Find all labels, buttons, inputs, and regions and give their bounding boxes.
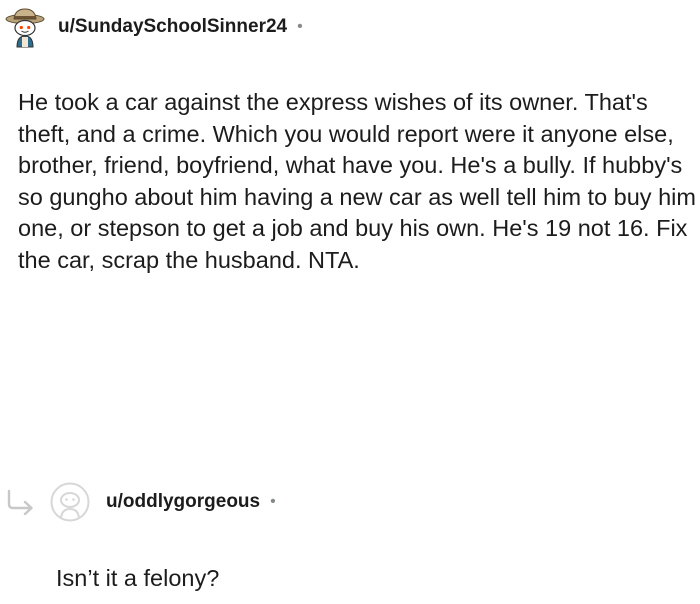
comment-header: u/SundaySchoolSinner24 • (4, 6, 303, 48)
reply-body: Isn’t it a felony? (56, 565, 220, 591)
meta-separator: • (297, 18, 303, 35)
comment-thread: u/SundaySchoolSinner24 • He took a car a… (0, 0, 700, 604)
reply-header: u/oddlygorgeous • (6, 481, 276, 523)
snoo-cowboy-avatar-icon[interactable] (4, 6, 46, 48)
meta-separator: • (270, 493, 276, 510)
reply-arrow-icon (7, 489, 33, 515)
default-avatar-icon[interactable] (50, 482, 90, 522)
reply-username[interactable]: u/oddlygorgeous (106, 491, 260, 513)
comment-username[interactable]: u/SundaySchoolSinner24 (58, 16, 287, 38)
comment-body: He took a car against the express wishes… (18, 89, 696, 273)
